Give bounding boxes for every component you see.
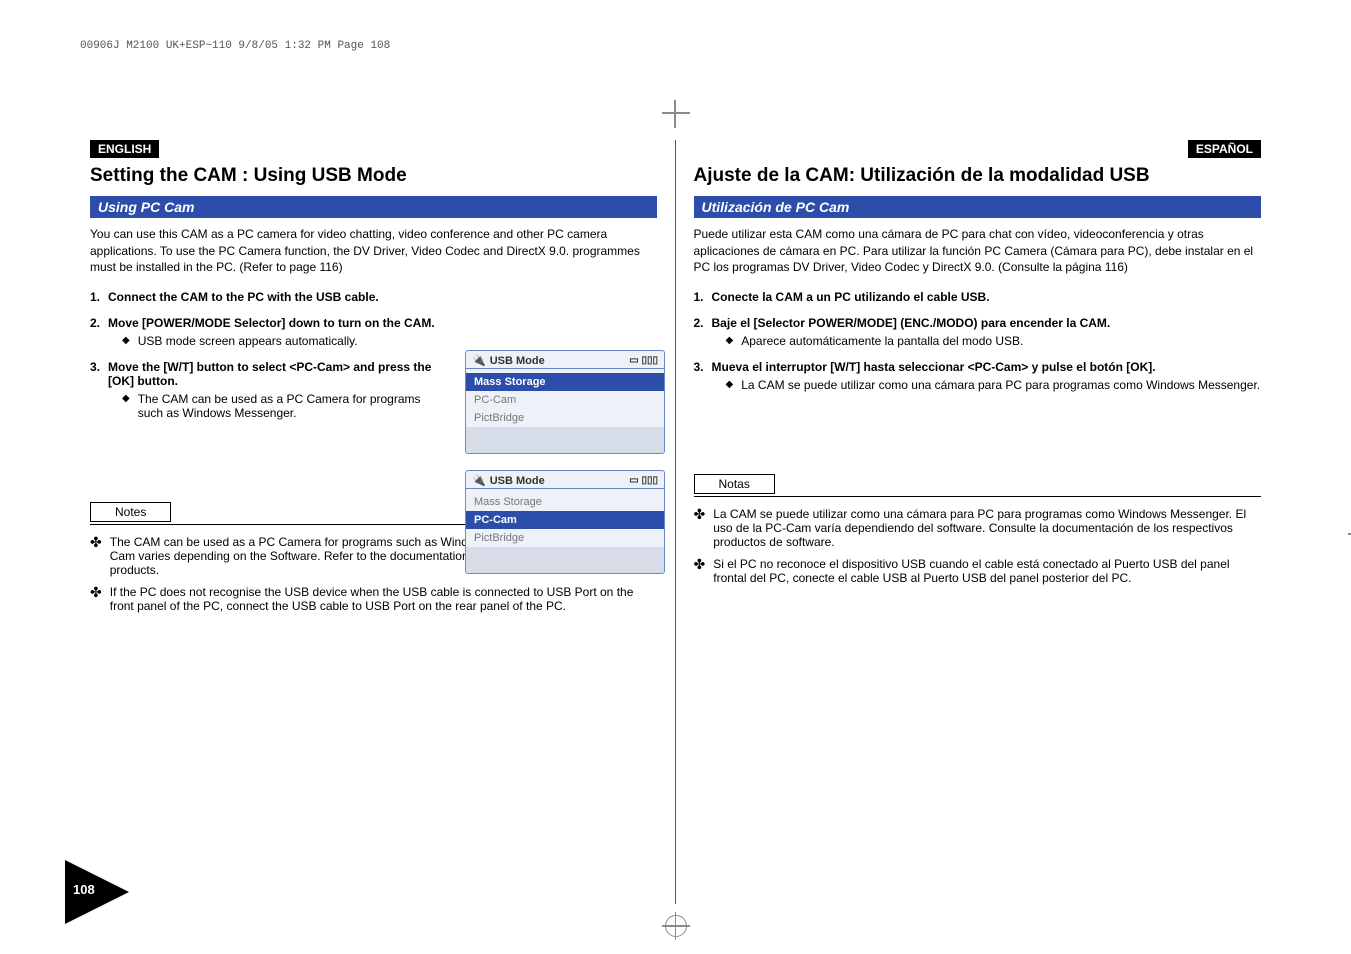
- column-spanish: ESPAÑOL Ajuste de la CAM: Utilización de…: [676, 140, 1262, 904]
- lang-tag-spanish: ESPAÑOL: [1188, 140, 1261, 158]
- step-item: 1. Connect the CAM to the PC with the US…: [90, 290, 437, 304]
- step-text: Move [POWER/MODE Selector] down to turn …: [108, 316, 435, 330]
- screenshot-row: PC-Cam: [466, 391, 664, 409]
- screenshot-title: USB Mode: [490, 355, 545, 367]
- usb-icon: 🔌: [472, 474, 486, 487]
- steps-spanish: 1. Conecte la CAM a un PC utilizando el …: [694, 290, 1262, 392]
- step-number: 2.: [90, 316, 100, 348]
- step-text: Baje el [Selector POWER/MODE] (ENC./MODO…: [712, 316, 1111, 330]
- screenshot-title-row: 🔌 USB Mode ▭ ▯▯▯: [466, 471, 664, 488]
- step-number: 1.: [90, 290, 100, 304]
- page-number-badge: 108: [65, 860, 129, 924]
- note-item: Si el PC no reconoce el dispositivo USB …: [694, 557, 1262, 585]
- header-line: 00906J M2100 UK+ESP~110 9/8/05 1:32 PM P…: [80, 40, 390, 52]
- step-bullet: USB mode screen appears automatically.: [122, 334, 436, 348]
- step-number: 1.: [694, 290, 704, 304]
- step-item: 3. Mueva el interruptor [W/T] hasta sele…: [694, 360, 1262, 392]
- section-bar-spanish: Utilización de PC Cam: [694, 196, 1262, 218]
- step-item: 2. Baje el [Selector POWER/MODE] (ENC./M…: [694, 316, 1262, 348]
- step-text: Move the [W/T] button to select <PC-Cam>…: [108, 360, 431, 388]
- screenshot-row: PictBridge: [466, 529, 664, 547]
- step-text: Mueva el interruptor [W/T] hasta selecci…: [712, 360, 1156, 374]
- step-number: 3.: [90, 360, 100, 420]
- lang-tag-english: ENGLISH: [90, 140, 159, 158]
- screenshot-row: Mass Storage: [466, 493, 664, 511]
- note-item: If the PC does not recognise the USB dev…: [90, 585, 657, 613]
- title-spanish: Ajuste de la CAM: Utilización de la moda…: [694, 164, 1262, 188]
- step-item: 3. Move the [W/T] button to select <PC-C…: [90, 360, 437, 420]
- step-bullet: Aparece automáticamente la pantalla del …: [726, 334, 1261, 348]
- notes-label-spanish: Notas: [694, 474, 775, 494]
- screenshot-title: USB Mode: [490, 475, 545, 487]
- title-english: Setting the CAM : Using USB Mode: [90, 164, 657, 188]
- step-number: 3.: [694, 360, 704, 392]
- screenshot-title-row: 🔌 USB Mode ▭ ▯▯▯: [466, 351, 664, 368]
- screenshot-row: PictBridge: [466, 409, 664, 427]
- battery-icon: ▭ ▯▯▯: [629, 355, 658, 366]
- intro-spanish: Puede utilizar esta CAM como una cámara …: [694, 226, 1262, 276]
- step-item: 2. Move [POWER/MODE Selector] down to tu…: [90, 316, 437, 348]
- step-text: Connect the CAM to the PC with the USB c…: [108, 290, 379, 304]
- step-item: 1. Conecte la CAM a un PC utilizando el …: [694, 290, 1262, 304]
- crop-mark-top: [662, 100, 690, 128]
- screenshot-badge: 2: [465, 351, 466, 365]
- intro-english: You can use this CAM as a PC camera for …: [90, 226, 657, 276]
- note-item: La CAM se puede utilizar como una cámara…: [694, 507, 1262, 549]
- divider: [466, 488, 664, 489]
- screenshot-row-selected: Mass Storage: [466, 373, 664, 391]
- section-bar-english: Using PC Cam: [90, 196, 657, 218]
- divider: [694, 496, 1262, 497]
- notes-label-english: Notes: [90, 502, 171, 522]
- divider: [466, 368, 664, 369]
- device-screenshot-group: 2 🔌 USB Mode ▭ ▯▯▯ Mass Storage PC-Cam P…: [465, 350, 665, 574]
- screenshot-badge: 3: [465, 471, 466, 485]
- device-screenshot: 3 🔌 USB Mode ▭ ▯▯▯ Mass Storage PC-Cam P…: [465, 470, 665, 574]
- step-number: 2.: [694, 316, 704, 348]
- device-screenshot: 2 🔌 USB Mode ▭ ▯▯▯ Mass Storage PC-Cam P…: [465, 350, 665, 454]
- step-text: Conecte la CAM a un PC utilizando el cab…: [712, 290, 990, 304]
- usb-icon: 🔌: [472, 354, 486, 367]
- screenshot-row-selected: PC-Cam: [466, 511, 664, 529]
- battery-icon: ▭ ▯▯▯: [629, 475, 658, 486]
- step-bullet: The CAM can be used as a PC Camera for p…: [122, 392, 436, 420]
- step-bullet: La CAM se puede utilizar como una cámara…: [726, 378, 1261, 392]
- crop-mark-bottom: [662, 912, 690, 940]
